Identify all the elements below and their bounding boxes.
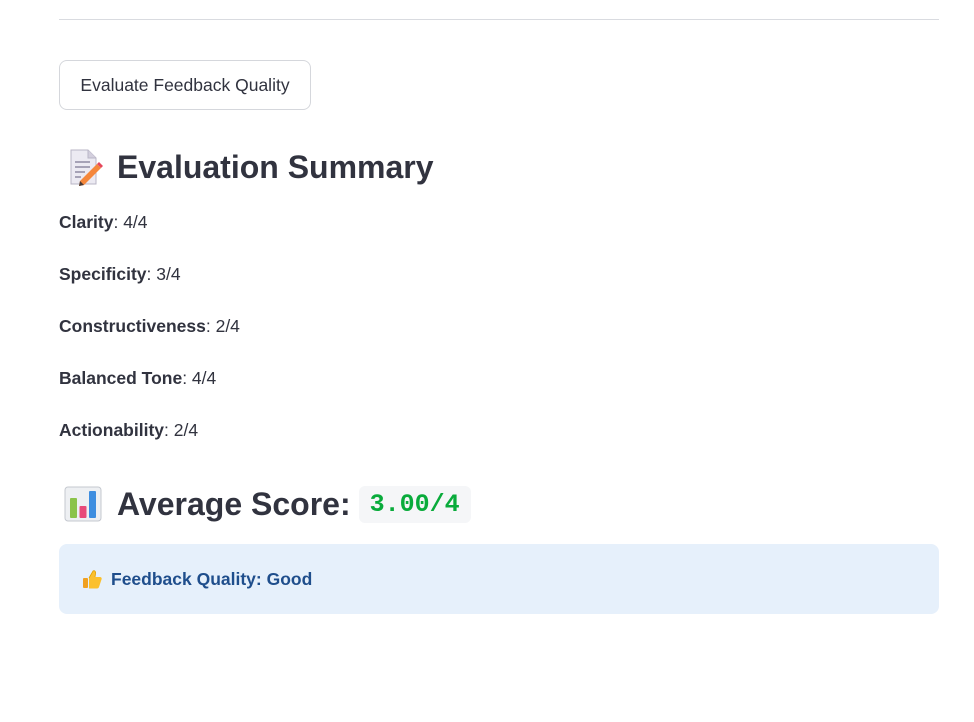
memo-icon [63, 147, 103, 187]
metric-value: : 4/4 [113, 212, 148, 232]
metric-value: : 2/4 [164, 420, 199, 440]
metric-value: : 2/4 [205, 316, 240, 336]
average-score-label: Average Score: [117, 485, 351, 522]
average-score-heading: Average Score: 3.00/4 [59, 481, 471, 527]
metric-name: Constructiveness [59, 316, 206, 336]
feedback-quality-text: Feedback Quality: Good [111, 568, 313, 589]
metric-value: : 4/4 [182, 368, 217, 388]
thumbs-up-icon [81, 568, 103, 590]
metric-specificity: Specificity: 3/4 [59, 264, 181, 285]
metric-actionability: Actionability: 2/4 [59, 420, 198, 441]
average-score-value: 3.00/4 [358, 485, 471, 523]
evaluate-feedback-quality-button[interactable]: Evaluate Feedback Quality [59, 60, 311, 110]
evaluation-summary-title: Evaluation Summary [117, 148, 434, 185]
metric-name: Specificity [59, 264, 147, 284]
metric-constructiveness: Constructiveness: 2/4 [59, 316, 240, 337]
bar-chart-icon [63, 484, 103, 524]
metric-clarity: Clarity: 4/4 [59, 212, 148, 233]
metric-name: Clarity [59, 212, 114, 232]
metric-value: : 3/4 [146, 264, 181, 284]
top-divider [59, 19, 939, 20]
metric-balanced-tone: Balanced Tone: 4/4 [59, 368, 216, 389]
metric-name: Actionability [59, 420, 165, 440]
feedback-quality-alert: Feedback Quality: Good [59, 544, 939, 614]
metric-name: Balanced Tone [59, 368, 183, 388]
evaluation-summary-heading: Evaluation Summary [59, 146, 434, 188]
